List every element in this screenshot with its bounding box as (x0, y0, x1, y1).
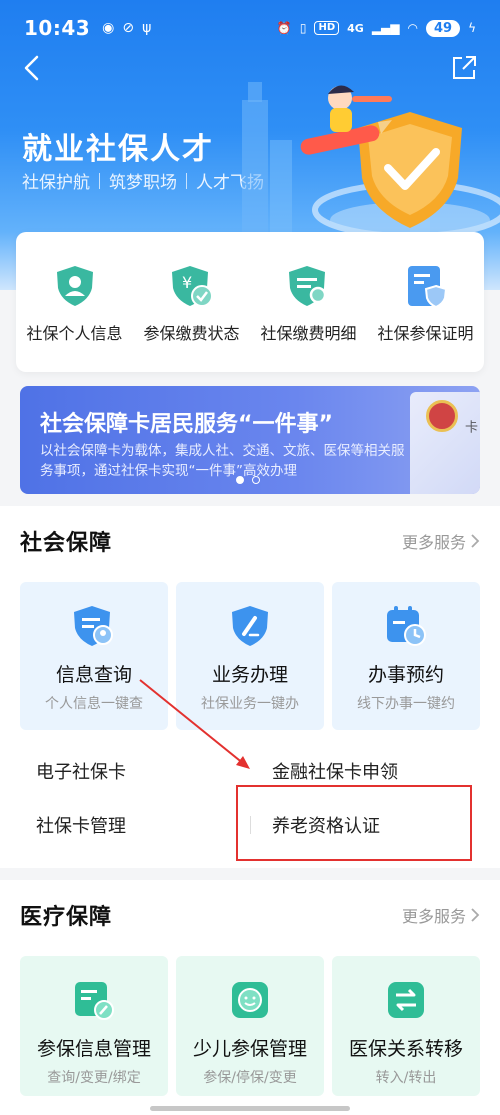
medical-security-section: 医疗保障 更多服务 参保信息管理 查询/变更/绑定 少儿参保管理 参保/停保/变… (0, 880, 500, 1115)
pagination-dot-active[interactable] (236, 476, 244, 484)
tile-insurance-info[interactable]: 参保信息管理 查询/变更/绑定 (20, 956, 168, 1096)
tile-subtitle: 社保业务一键办 (201, 696, 299, 712)
status-bar: 10:43 ◉ ⊘ ψ ⏰ ▯ HD 4G ▂▄▆ ◠ 49 ϟ (0, 0, 500, 56)
edit-card-icon (75, 982, 114, 1020)
tile-info-query[interactable]: 信息查询 个人信息一键查 (20, 582, 168, 730)
annotation-highlight-box (236, 785, 472, 861)
banner-title: 社会保障卡居民服务“一件事” (40, 412, 333, 437)
calendar-clock-icon (387, 606, 426, 646)
tag-divider (99, 172, 100, 189)
app-notification-icon: ◉ (102, 20, 115, 36)
link-financial-card[interactable]: 金融社保卡申领 (272, 758, 398, 784)
chevron-right-icon (471, 908, 480, 922)
sync-icon: ⊘ (122, 20, 135, 36)
hero-tag: 筑梦职场 (109, 173, 177, 193)
tile-label: 信息查询 (55, 664, 132, 686)
tile-label: 业务办理 (211, 664, 288, 686)
pagination-dot[interactable] (252, 476, 260, 484)
medical-tiles: 参保信息管理 查询/变更/绑定 少儿参保管理 参保/停保/变更 医保关系转移 转… (20, 956, 480, 1096)
quick-action-label: 社保参保证明 (377, 324, 474, 343)
tag-divider (186, 172, 187, 189)
hero-illustration (242, 82, 500, 260)
wifi-icon: ◠ (407, 21, 418, 35)
search-shield-icon (288, 266, 329, 307)
tile-label: 办事预约 (367, 664, 444, 686)
link-card-management[interactable]: 社保卡管理 (36, 812, 126, 838)
service-tiles: 信息查询 个人信息一键查 业务办理 社保业务一键办 办事预约 线下办事一键约 (20, 582, 480, 730)
network-label: 4G (347, 21, 364, 35)
chevron-right-icon (471, 534, 480, 548)
usb-icon: ψ (142, 20, 152, 36)
quick-action-label: 社保个人信息 (26, 324, 123, 343)
section-title: 社会保障 (20, 531, 113, 556)
home-indicator[interactable] (150, 1106, 350, 1111)
alarm-icon: ⏰ (276, 21, 292, 35)
person-shield-icon (74, 606, 113, 646)
tile-subtitle: 参保/停保/变更 (203, 1070, 297, 1086)
pen-shield-icon (232, 606, 268, 646)
vibrate-icon: ▯ (299, 21, 307, 35)
status-time: 10:43 (24, 16, 91, 40)
quick-action-certificate[interactable]: 社保参保证明 (367, 264, 484, 372)
more-services-label: 更多服务 (401, 533, 466, 552)
charging-icon: ϟ (468, 21, 476, 35)
tile-subtitle: 转入/转出 (375, 1070, 437, 1086)
svg-text:¥: ¥ (182, 273, 192, 292)
link-e-card[interactable]: 电子社保卡 (36, 758, 126, 784)
quick-action-payment-status[interactable]: ¥ 参保缴费状态 (133, 264, 250, 372)
more-services-link[interactable]: 更多服务 (402, 529, 480, 553)
card-text: 社会保障卡 (462, 420, 477, 437)
person-shield-icon (56, 266, 93, 306)
tile-appointment[interactable]: 办事预约 线下办事一键约 (332, 582, 480, 730)
status-notification-icons: ◉ ⊘ ψ (102, 20, 151, 36)
tile-subtitle: 查询/变更/绑定 (47, 1070, 141, 1086)
quick-action-label: 参保缴费状态 (143, 324, 240, 343)
tile-subtitle: 线下办事一键约 (357, 696, 455, 712)
signal-icon: ▂▄▆ (371, 21, 400, 35)
more-services-label: 更多服务 (401, 907, 466, 926)
section-title: 医疗保障 (20, 905, 113, 930)
yuan-check-icon: ¥ (171, 266, 213, 307)
tile-label: 医保关系转移 (348, 1038, 463, 1060)
transfer-arrows-icon (388, 982, 424, 1018)
quick-action-personal-info[interactable]: 社保个人信息 (16, 264, 133, 372)
section-header: 医疗保障 更多服务 (20, 900, 480, 930)
tile-subtitle: 个人信息一键查 (45, 696, 143, 712)
banner-pagination (236, 476, 260, 484)
tile-label: 参保信息管理 (36, 1038, 151, 1060)
hd-badge: HD (314, 21, 340, 35)
hero-tag: 社保护航 (22, 173, 90, 193)
national-emblem-icon (426, 400, 458, 432)
child-face-icon (232, 982, 268, 1018)
social-security-card-image: 社会保障卡 (410, 392, 480, 494)
quick-action-label: 社保缴费明细 (260, 324, 357, 343)
back-button[interactable] (14, 50, 50, 86)
battery-level: 49 (425, 19, 461, 37)
tile-relation-transfer[interactable]: 医保关系转移 转入/转出 (332, 956, 480, 1096)
more-services-link[interactable]: 更多服务 (402, 903, 480, 927)
tile-business-handling[interactable]: 业务办理 社保业务一键办 (176, 582, 324, 730)
certificate-shield-icon (407, 266, 447, 308)
tile-child-insurance[interactable]: 少儿参保管理 参保/停保/变更 (176, 956, 324, 1096)
back-arrow-icon (24, 55, 39, 81)
hero-tagline: 社保护航 筑梦职场 人才飞扬 (22, 168, 264, 193)
banner-description: 以社会保障卡为载体，集成人社、交通、文旅、医保等相关服务事项，通过社保卡实现“一… (40, 443, 405, 479)
quick-action-payment-detail[interactable]: 社保缴费明细 (250, 264, 367, 372)
status-indicators: ⏰ ▯ HD 4G ▂▄▆ ◠ 49 ϟ (276, 19, 476, 37)
quick-actions-card: 社保个人信息 ¥ 参保缴费状态 社保缴费明细 社保参保证明 (16, 232, 484, 372)
page-title: 就业社保人才 (22, 132, 214, 167)
section-header: 社会保障 更多服务 (20, 526, 480, 556)
tile-label: 少儿参保管理 (192, 1038, 307, 1060)
